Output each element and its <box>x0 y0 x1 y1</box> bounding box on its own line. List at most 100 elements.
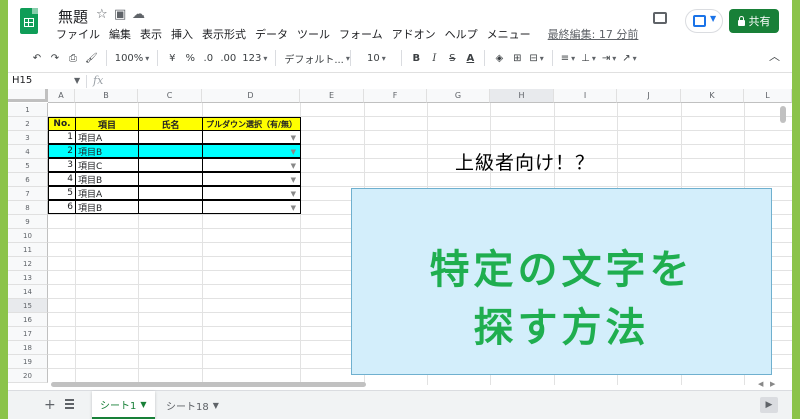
row-header[interactable]: 14 <box>8 285 48 299</box>
column-header[interactable]: F <box>364 89 427 103</box>
horizontal-scroll-thumb[interactable] <box>51 382 366 387</box>
column-header[interactable]: J <box>617 89 681 103</box>
column-header[interactable]: G <box>427 89 490 103</box>
table-cell-name[interactable] <box>138 200 203 214</box>
table-cell-dropdown[interactable]: ▼ <box>202 200 301 214</box>
last-edit-link[interactable]: 最終編集: 17 分前 <box>548 26 639 42</box>
menu-insert[interactable]: 挿入 <box>171 26 193 42</box>
bold-button[interactable]: B <box>407 47 425 69</box>
sheet-tab-active[interactable]: シート1 ▼ <box>92 391 155 419</box>
table-cell-no[interactable]: 1 <box>48 130 76 144</box>
paint-format-icon[interactable]: 🖌 <box>82 47 101 69</box>
number-format-select[interactable]: 123 <box>239 47 270 69</box>
table-cell-no[interactable]: 2 <box>48 144 76 158</box>
scroll-right-icon[interactable]: ▶ <box>770 380 775 388</box>
strikethrough-button[interactable]: S <box>443 47 461 69</box>
cloud-status-icon[interactable]: ☁ <box>132 7 145 22</box>
increase-decimal-button[interactable]: .00 <box>217 47 239 69</box>
menu-format[interactable]: 表示形式 <box>202 26 246 42</box>
present-button[interactable]: ▼ <box>685 9 723 33</box>
sheet-tab[interactable]: シート18 ▼ <box>158 391 227 419</box>
row-header[interactable]: 13 <box>8 271 48 285</box>
row-header[interactable]: 20 <box>8 369 48 383</box>
vertical-scroll-thumb[interactable] <box>780 106 786 123</box>
table-cell-name[interactable] <box>138 144 203 158</box>
row-header[interactable]: 3 <box>8 131 48 145</box>
table-header-no[interactable]: No. <box>48 117 76 131</box>
row-header[interactable]: 16 <box>8 313 48 327</box>
table-cell-name[interactable] <box>138 130 203 144</box>
menu-tools[interactable]: ツール <box>297 26 330 42</box>
document-title[interactable]: 無題 <box>58 6 88 27</box>
column-header-selected[interactable]: H <box>490 89 554 103</box>
text-color-button[interactable]: A <box>461 47 479 69</box>
table-cell-no[interactable]: 4 <box>48 172 76 186</box>
zoom-select[interactable]: 100% <box>112 47 153 69</box>
move-folder-icon[interactable]: ▣ <box>114 7 126 22</box>
horizontal-scrollbar[interactable] <box>48 380 778 389</box>
chevron-down-icon[interactable]: ▼ <box>213 401 219 410</box>
row-header[interactable]: 18 <box>8 341 48 355</box>
chevron-down-icon[interactable]: ▼ <box>74 76 80 85</box>
table-cell-dropdown[interactable]: ▼ <box>202 186 301 200</box>
row-header[interactable]: 17 <box>8 327 48 341</box>
text-wrap-icon[interactable]: ⇥ <box>599 47 619 69</box>
row-header[interactable]: 7 <box>8 187 48 201</box>
undo-icon[interactable]: ↶ <box>28 47 46 69</box>
row-header[interactable]: 2 <box>8 117 48 131</box>
menu-data[interactable]: データ <box>255 26 288 42</box>
menu-addons[interactable]: アドオン <box>392 26 436 42</box>
table-cell-no[interactable]: 5 <box>48 186 76 200</box>
dropdown-arrow-icon[interactable]: ▼ <box>291 176 296 184</box>
menu-file[interactable]: ファイル <box>56 26 100 42</box>
table-cell-dropdown[interactable]: ▼ <box>202 144 301 158</box>
row-header[interactable]: 8 <box>8 201 48 215</box>
dropdown-arrow-icon[interactable]: ▼ <box>291 204 296 212</box>
print-icon[interactable]: ⎙ <box>64 47 82 69</box>
table-cell-no[interactable]: 3 <box>48 158 76 172</box>
vertical-align-icon[interactable]: ⊥ <box>578 47 599 69</box>
explore-icon[interactable]: ▶ <box>760 397 778 413</box>
table-cell-item[interactable]: 項目C <box>75 158 139 172</box>
redo-icon[interactable]: ↷ <box>46 47 64 69</box>
row-header[interactable]: 19 <box>8 355 48 369</box>
text-rotation-icon[interactable]: ↗ <box>619 47 639 69</box>
menu-custom[interactable]: メニュー <box>487 26 531 42</box>
table-header-name[interactable]: 氏名 <box>138 117 203 131</box>
dropdown-arrow-icon[interactable]: ▼ <box>291 134 296 142</box>
row-header[interactable]: 4 <box>8 145 48 159</box>
row-header[interactable]: 11 <box>8 243 48 257</box>
chevron-down-icon[interactable]: ▼ <box>140 400 146 409</box>
borders-icon[interactable]: ⊞ <box>508 47 526 69</box>
select-all-corner[interactable] <box>8 89 48 102</box>
add-sheet-icon[interactable]: + <box>44 397 56 413</box>
column-header[interactable]: L <box>744 89 792 103</box>
currency-format-button[interactable]: ¥ <box>163 47 181 69</box>
percent-format-button[interactable]: % <box>181 47 199 69</box>
dropdown-arrow-icon[interactable]: ▼ <box>291 162 296 170</box>
italic-button[interactable]: I <box>425 47 443 69</box>
row-header[interactable]: 6 <box>8 173 48 187</box>
font-select[interactable]: デフォルト... <box>281 47 345 69</box>
dropdown-arrow-icon[interactable]: ▼ <box>291 148 296 156</box>
column-header[interactable]: E <box>300 89 364 103</box>
row-header-selected[interactable]: 15 <box>8 299 48 313</box>
row-header[interactable]: 1 <box>8 103 48 117</box>
column-header[interactable]: A <box>48 89 75 103</box>
star-icon[interactable]: ☆ <box>96 7 108 22</box>
table-cell-no[interactable]: 6 <box>48 200 76 214</box>
table-cell-dropdown[interactable]: ▼ <box>202 158 301 172</box>
menu-edit[interactable]: 編集 <box>109 26 131 42</box>
scroll-left-icon[interactable]: ◀ <box>758 380 763 388</box>
table-header-item[interactable]: 項目 <box>75 117 139 131</box>
table-cell-item[interactable]: 項目B <box>75 200 139 214</box>
all-sheets-icon[interactable] <box>65 399 74 409</box>
table-cell-dropdown[interactable]: ▼ <box>202 130 301 144</box>
font-size-select[interactable]: 10 <box>356 47 396 69</box>
table-cell-item[interactable]: 項目A <box>75 130 139 144</box>
column-header[interactable]: I <box>554 89 617 103</box>
menu-view[interactable]: 表示 <box>140 26 162 42</box>
table-cell-dropdown[interactable]: ▼ <box>202 172 301 186</box>
table-header-dropdown[interactable]: プルダウン選択（有/無） <box>202 117 301 131</box>
table-cell-item[interactable]: 項目A <box>75 186 139 200</box>
